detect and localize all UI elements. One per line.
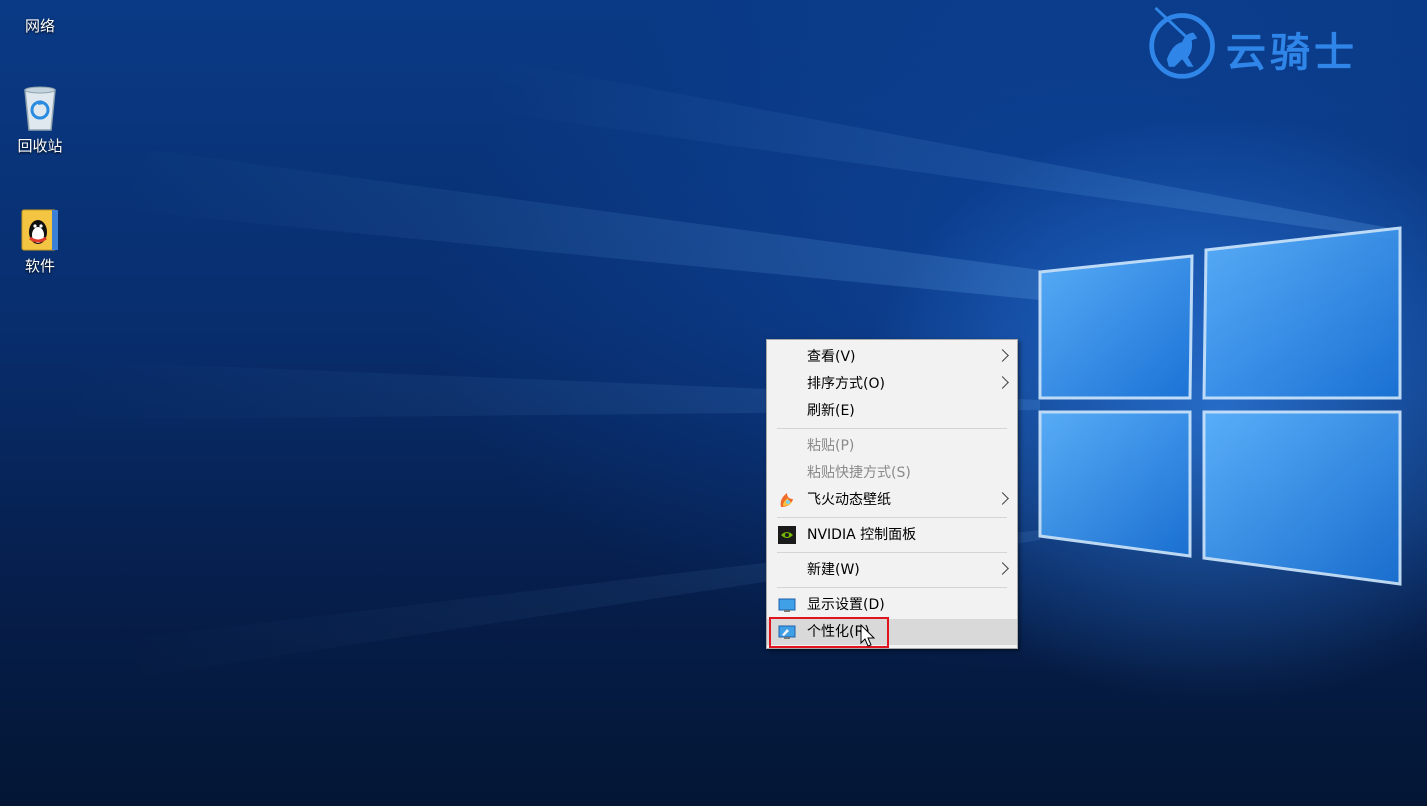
menu-item-display-settings[interactable]: 显示设置(D) xyxy=(767,592,1017,618)
feihuo-wallpaper-icon xyxy=(780,493,793,507)
menu-item-label: 查看(V) xyxy=(807,349,856,365)
watermark-text: 云骑士 xyxy=(1226,30,1358,76)
menu-separator xyxy=(777,587,1007,588)
menu-item-feihuo-wallpaper[interactable]: 飞火动态壁纸 xyxy=(767,487,1017,513)
desktop-context-menu: 查看(V) 排序方式(O) 刷新(E) 粘贴(P) 粘贴快捷方式(S) 飞火动态… xyxy=(766,339,1018,649)
desktop-icon-recycle-bin[interactable]: 回收站 xyxy=(6,84,74,156)
desktop-icon-label: 软件 xyxy=(24,257,55,275)
menu-item-refresh[interactable]: 刷新(E) xyxy=(767,398,1017,424)
menu-item-paste[interactable]: 粘贴(P) xyxy=(767,433,1017,459)
menu-item-label: 飞火动态壁纸 xyxy=(807,492,891,508)
menu-item-view[interactable]: 查看(V) xyxy=(767,344,1017,370)
menu-item-label: 粘贴快捷方式(S) xyxy=(807,465,911,481)
knight-logo-icon xyxy=(1149,6,1215,79)
chevron-right-icon xyxy=(996,349,1009,362)
recycle-bin-icon xyxy=(24,86,56,131)
desktop-icon-network[interactable]: 网络 xyxy=(6,0,74,36)
menu-separator xyxy=(777,552,1007,553)
menu-item-label: 新建(W) xyxy=(807,562,860,578)
desktop-icon-software[interactable]: 软件 xyxy=(6,204,74,276)
display-settings-icon xyxy=(778,598,796,612)
menu-item-label: 排序方式(O) xyxy=(807,376,885,392)
menu-separator xyxy=(777,428,1007,429)
menu-item-nvidia-control-panel[interactable]: NVIDIA 控制面板 xyxy=(767,522,1017,548)
menu-separator xyxy=(777,517,1007,518)
menu-item-label: 粘贴(P) xyxy=(807,438,855,454)
watermark-logo: 云骑士 xyxy=(1146,6,1396,86)
menu-item-label: 刷新(E) xyxy=(807,403,855,419)
menu-item-new[interactable]: 新建(W) xyxy=(767,557,1017,583)
menu-item-sort-by[interactable]: 排序方式(O) xyxy=(767,371,1017,397)
menu-item-label: 显示设置(D) xyxy=(807,597,885,613)
chevron-right-icon xyxy=(996,376,1009,389)
desktop-background[interactable]: 网络 回收站 软件 云骑士 查看(V) 排序方式(O) 刷新(E) 粘贴(P) … xyxy=(0,0,1427,806)
desktop-icon-label: 网络 xyxy=(24,17,55,35)
mouse-cursor-icon xyxy=(860,624,876,647)
menu-item-label: NVIDIA 控制面板 xyxy=(807,527,917,543)
menu-item-paste-shortcut[interactable]: 粘贴快捷方式(S) xyxy=(767,460,1017,486)
windows-hero-wallpaper xyxy=(60,60,1402,680)
network-icon xyxy=(16,0,64,12)
chevron-right-icon xyxy=(996,562,1009,575)
chevron-right-icon xyxy=(996,492,1009,505)
qq-folder-icon xyxy=(21,209,58,251)
nvidia-icon xyxy=(778,526,796,544)
desktop-icon-label: 回收站 xyxy=(17,137,63,155)
